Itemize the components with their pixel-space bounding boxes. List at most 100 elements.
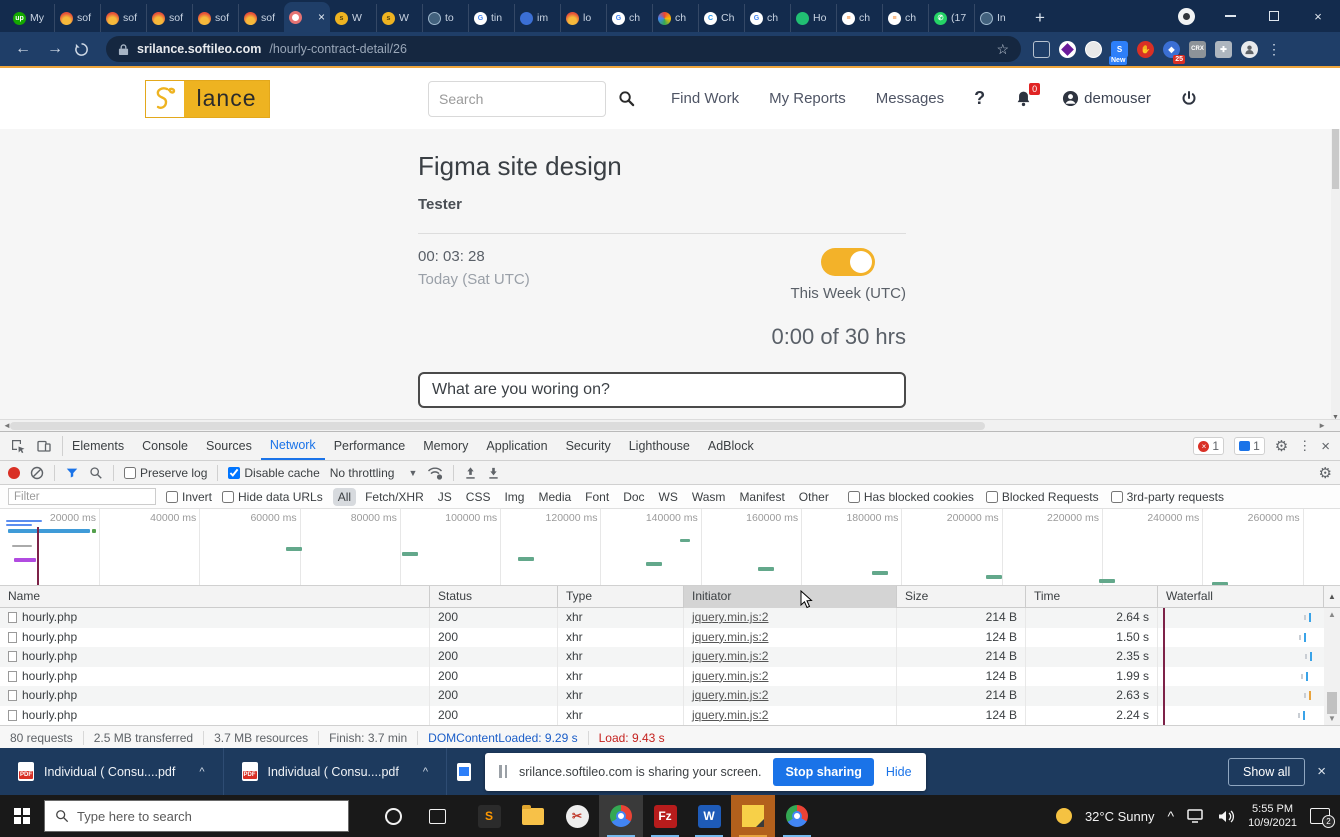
browser-tab[interactable]: ≡ch (882, 4, 928, 32)
reload-button[interactable] (74, 42, 100, 57)
throttling-select[interactable]: No throttling▼ (330, 466, 418, 480)
task-view-button[interactable] (415, 795, 459, 837)
browser-tab[interactable]: ch (652, 4, 698, 32)
profile-avatar-icon[interactable] (1241, 41, 1258, 58)
tab-active[interactable]: × (284, 2, 330, 32)
filter-chip-wasm[interactable]: Wasm (687, 488, 731, 506)
invert-checkbox[interactable]: Invert (166, 490, 212, 504)
clear-icon[interactable] (30, 466, 44, 480)
devtools-tab-security[interactable]: Security (557, 432, 620, 460)
filter-funnel-icon[interactable] (65, 466, 79, 480)
download-item[interactable]: PDFIndividual ( Consu....pdf^ (0, 748, 224, 795)
error-count-badge[interactable]: ×1 (1193, 437, 1224, 455)
browser-tab[interactable]: sof (192, 4, 238, 32)
network-request-row[interactable]: hourly.php200xhrjquery.min.js:2124 B1.50… (0, 628, 1340, 648)
hide-data-urls-checkbox[interactable]: Hide data URLs (222, 490, 323, 504)
devtools-tab-application[interactable]: Application (477, 432, 556, 460)
table-vertical-scrollbar[interactable]: ▲▼ (1324, 608, 1340, 725)
filter-checkbox-blocked-requests[interactable]: Blocked Requests (986, 490, 1099, 504)
column-header-name[interactable]: Name (0, 586, 430, 608)
devtools-tab-elements[interactable]: Elements (63, 432, 133, 460)
sublime-text-icon[interactable]: S (467, 795, 511, 837)
record-icon[interactable] (8, 467, 20, 479)
initiator-link[interactable]: jquery.min.js:2 (692, 628, 768, 647)
filter-chip-other[interactable]: Other (794, 488, 834, 506)
browser-tab[interactable]: to (422, 4, 468, 32)
browser-tab[interactable]: sof (146, 4, 192, 32)
help-icon[interactable]: ? (974, 88, 985, 109)
preserve-log-checkbox[interactable]: Preserve log (124, 466, 207, 480)
sort-indicator[interactable]: ▲ (1324, 586, 1340, 608)
hidden-icons-chevron[interactable]: ^ (1167, 808, 1174, 824)
taskbar-search[interactable]: Type here to search (44, 800, 349, 832)
address-bar[interactable]: srilance.softileo.com/hourly-contract-de… (106, 36, 1021, 62)
browser-tab[interactable]: sW (376, 4, 422, 32)
tab-close-icon[interactable]: × (318, 10, 325, 24)
network-request-row[interactable]: hourly.php200xhrjquery.min.js:2214 B2.64… (0, 608, 1340, 628)
srilance-logo[interactable]: lance (145, 80, 270, 118)
network-filter-input[interactable] (8, 488, 156, 505)
filter-chip-fetch-xhr[interactable]: Fetch/XHR (360, 488, 429, 506)
filter-chip-all[interactable]: All (333, 488, 356, 506)
purple-extension-icon[interactable] (1059, 41, 1076, 58)
snipping-tool-icon[interactable]: ✂ (555, 795, 599, 837)
filter-chip-media[interactable]: Media (533, 488, 576, 506)
browser-tab[interactable]: sW (330, 4, 376, 32)
network-tray-icon[interactable] (1187, 809, 1205, 824)
notifications-bell-icon[interactable]: 0 (1015, 90, 1032, 108)
network-settings-icon[interactable]: ⚙ (1319, 464, 1332, 482)
devtools-settings-icon[interactable]: ⚙ (1275, 437, 1288, 455)
network-search-icon[interactable] (89, 466, 103, 480)
network-overview-timeline[interactable]: 20000 ms40000 ms60000 ms80000 ms100000 m… (0, 509, 1340, 586)
browser-tab[interactable]: Gch (744, 4, 790, 32)
chrome-menu-icon[interactable]: ⋮ (1267, 41, 1281, 58)
gray-extension-icon[interactable] (1085, 41, 1102, 58)
network-request-row[interactable]: hourly.php200xhrjquery.min.js:2124 B2.24… (0, 706, 1340, 726)
browser-tab[interactable]: upMy (8, 4, 54, 32)
network-conditions-icon[interactable] (427, 466, 443, 480)
devtools-tab-console[interactable]: Console (133, 432, 197, 460)
devtools-tab-lighthouse[interactable]: Lighthouse (620, 432, 699, 460)
devtools-tab-network[interactable]: Network (261, 432, 325, 460)
volume-icon[interactable] (1218, 809, 1235, 824)
site-search-icon[interactable] (618, 90, 635, 107)
filter-chip-manifest[interactable]: Manifest (734, 488, 789, 506)
devtools-tab-adblock[interactable]: AdBlock (699, 432, 763, 460)
page-vertical-scrollbar[interactable]: ▼ (1331, 129, 1340, 421)
action-center-icon[interactable]: 2 (1310, 808, 1330, 824)
document-download-icon[interactable] (457, 763, 471, 781)
column-header-type[interactable]: Type (558, 586, 684, 608)
device-toolbar-icon[interactable] (36, 438, 52, 454)
download-chevron-icon[interactable]: ^ (423, 766, 428, 778)
timer-toggle[interactable] (821, 248, 875, 276)
weather-sun-icon[interactable] (1056, 808, 1072, 824)
initiator-link[interactable]: jquery.min.js:2 (692, 647, 768, 666)
gem-extension-icon[interactable]: ◆25 (1163, 41, 1180, 58)
shield-extension-icon[interactable] (1033, 41, 1050, 58)
initiator-link[interactable]: jquery.min.js:2 (692, 608, 768, 627)
network-request-row[interactable]: hourly.php200xhrjquery.min.js:2124 B1.99… (0, 667, 1340, 687)
crx-extension-icon[interactable]: CRX (1189, 41, 1206, 58)
column-header-initiator[interactable]: Initiator (684, 586, 897, 608)
browser-tab[interactable]: sof (54, 4, 100, 32)
console-message-badge[interactable]: 1 (1234, 437, 1265, 455)
network-request-row[interactable]: hourly.php200xhrjquery.min.js:2214 B2.35… (0, 647, 1340, 667)
initiator-link[interactable]: jquery.min.js:2 (692, 686, 768, 705)
nav-find-work[interactable]: Find Work (671, 90, 739, 107)
network-request-row[interactable]: hourly.php200xhrjquery.min.js:2214 B2.63… (0, 686, 1340, 706)
initiator-link[interactable]: jquery.min.js:2 (692, 706, 768, 725)
cortana-button[interactable] (371, 795, 415, 837)
initiator-link[interactable]: jquery.min.js:2 (692, 667, 768, 686)
start-button[interactable] (0, 795, 44, 837)
download-chevron-icon[interactable]: ^ (199, 766, 204, 778)
s-extension-icon[interactable]: SNew (1111, 41, 1128, 58)
browser-tab[interactable]: Gch (606, 4, 652, 32)
column-header-time[interactable]: Time (1026, 586, 1158, 608)
filter-chip-doc[interactable]: Doc (618, 488, 649, 506)
filezilla-icon[interactable]: Fz (643, 795, 687, 837)
browser-tab[interactable]: im (514, 4, 560, 32)
column-header-size[interactable]: Size (897, 586, 1026, 608)
bookmark-star-icon[interactable]: ☆ (996, 41, 1009, 58)
stop-sharing-button[interactable]: Stop sharing (773, 758, 873, 786)
user-menu[interactable]: demouser (1062, 90, 1151, 107)
